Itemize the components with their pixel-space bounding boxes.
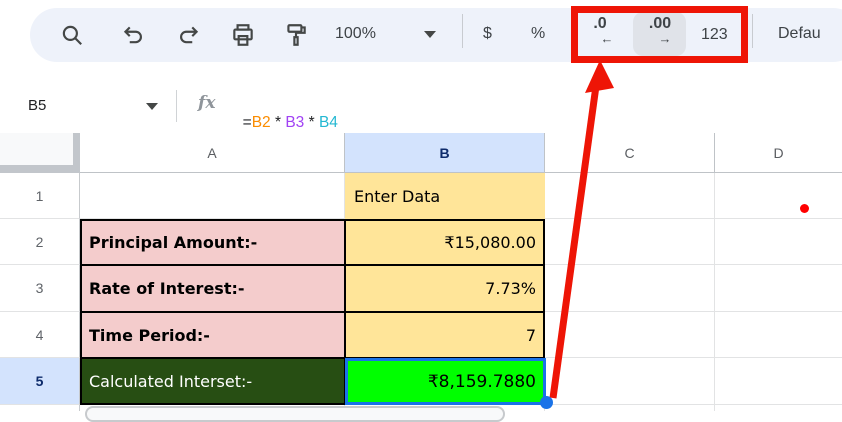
row-header-4[interactable]: 4 (0, 312, 80, 358)
currency-format-button[interactable]: $ (483, 25, 492, 43)
undo-icon[interactable] (120, 22, 146, 48)
fill-handle[interactable] (540, 396, 553, 409)
percent-format-button[interactable]: % (531, 25, 545, 43)
formula-token: B4 (318, 114, 338, 131)
fx-icon: fx (198, 93, 216, 113)
column-header-d[interactable]: D (715, 133, 842, 173)
cell-b1[interactable]: Enter Data (345, 173, 545, 219)
cell-b4[interactable]: 7 (345, 312, 545, 358)
annotation-red-dot (800, 204, 809, 213)
row-header-6-partial[interactable] (0, 405, 80, 411)
column-header-a[interactable]: A (80, 133, 345, 173)
formula-token: * (304, 114, 319, 131)
column-header-c[interactable]: C (545, 133, 715, 173)
cell-a2[interactable]: Principal Amount:- (80, 219, 345, 265)
cell-b5-selected[interactable]: ₹8,159.7880 (345, 358, 545, 405)
gridline (714, 173, 715, 411)
zoom-dropdown-icon[interactable] (424, 31, 436, 38)
cell-a3[interactable]: Rate of Interest:- (80, 265, 345, 312)
name-box-dropdown-icon[interactable] (146, 103, 158, 110)
formula-token: = (242, 114, 252, 131)
formula-bar-divider (176, 90, 177, 122)
annotation-highlight-rect (571, 6, 748, 63)
toolbar-divider (752, 14, 753, 48)
search-icon[interactable] (59, 22, 85, 48)
print-icon[interactable] (230, 22, 256, 48)
toolbar-divider (462, 14, 463, 48)
row-header-2[interactable]: 2 (0, 219, 80, 265)
name-box[interactable]: B5 (28, 97, 46, 114)
zoom-level[interactable]: 100% (335, 25, 376, 43)
select-all-corner[interactable] (0, 133, 80, 173)
cell-b2[interactable]: ₹15,080.00 (345, 219, 545, 265)
column-header-b[interactable]: B (345, 133, 545, 173)
cell-a4[interactable]: Time Period:- (80, 312, 345, 358)
redo-icon[interactable] (176, 22, 202, 48)
formula-input[interactable]: =B2 * B3 * B4 (234, 96, 338, 132)
row-header-1[interactable]: 1 (0, 173, 80, 219)
formula-token: * (270, 114, 286, 131)
cell-b3[interactable]: 7.73% (345, 265, 545, 312)
formula-token: B2 (251, 114, 271, 131)
paint-format-icon[interactable] (283, 22, 309, 48)
floating-toolbar-partial (85, 406, 505, 422)
row-header-5[interactable]: 5 (0, 358, 80, 405)
font-selector[interactable]: Defau (778, 25, 821, 43)
cell-a5[interactable]: Calculated Interset:- (80, 358, 345, 405)
formula-token: B3 (285, 114, 305, 131)
row-header-3[interactable]: 3 (0, 265, 80, 312)
